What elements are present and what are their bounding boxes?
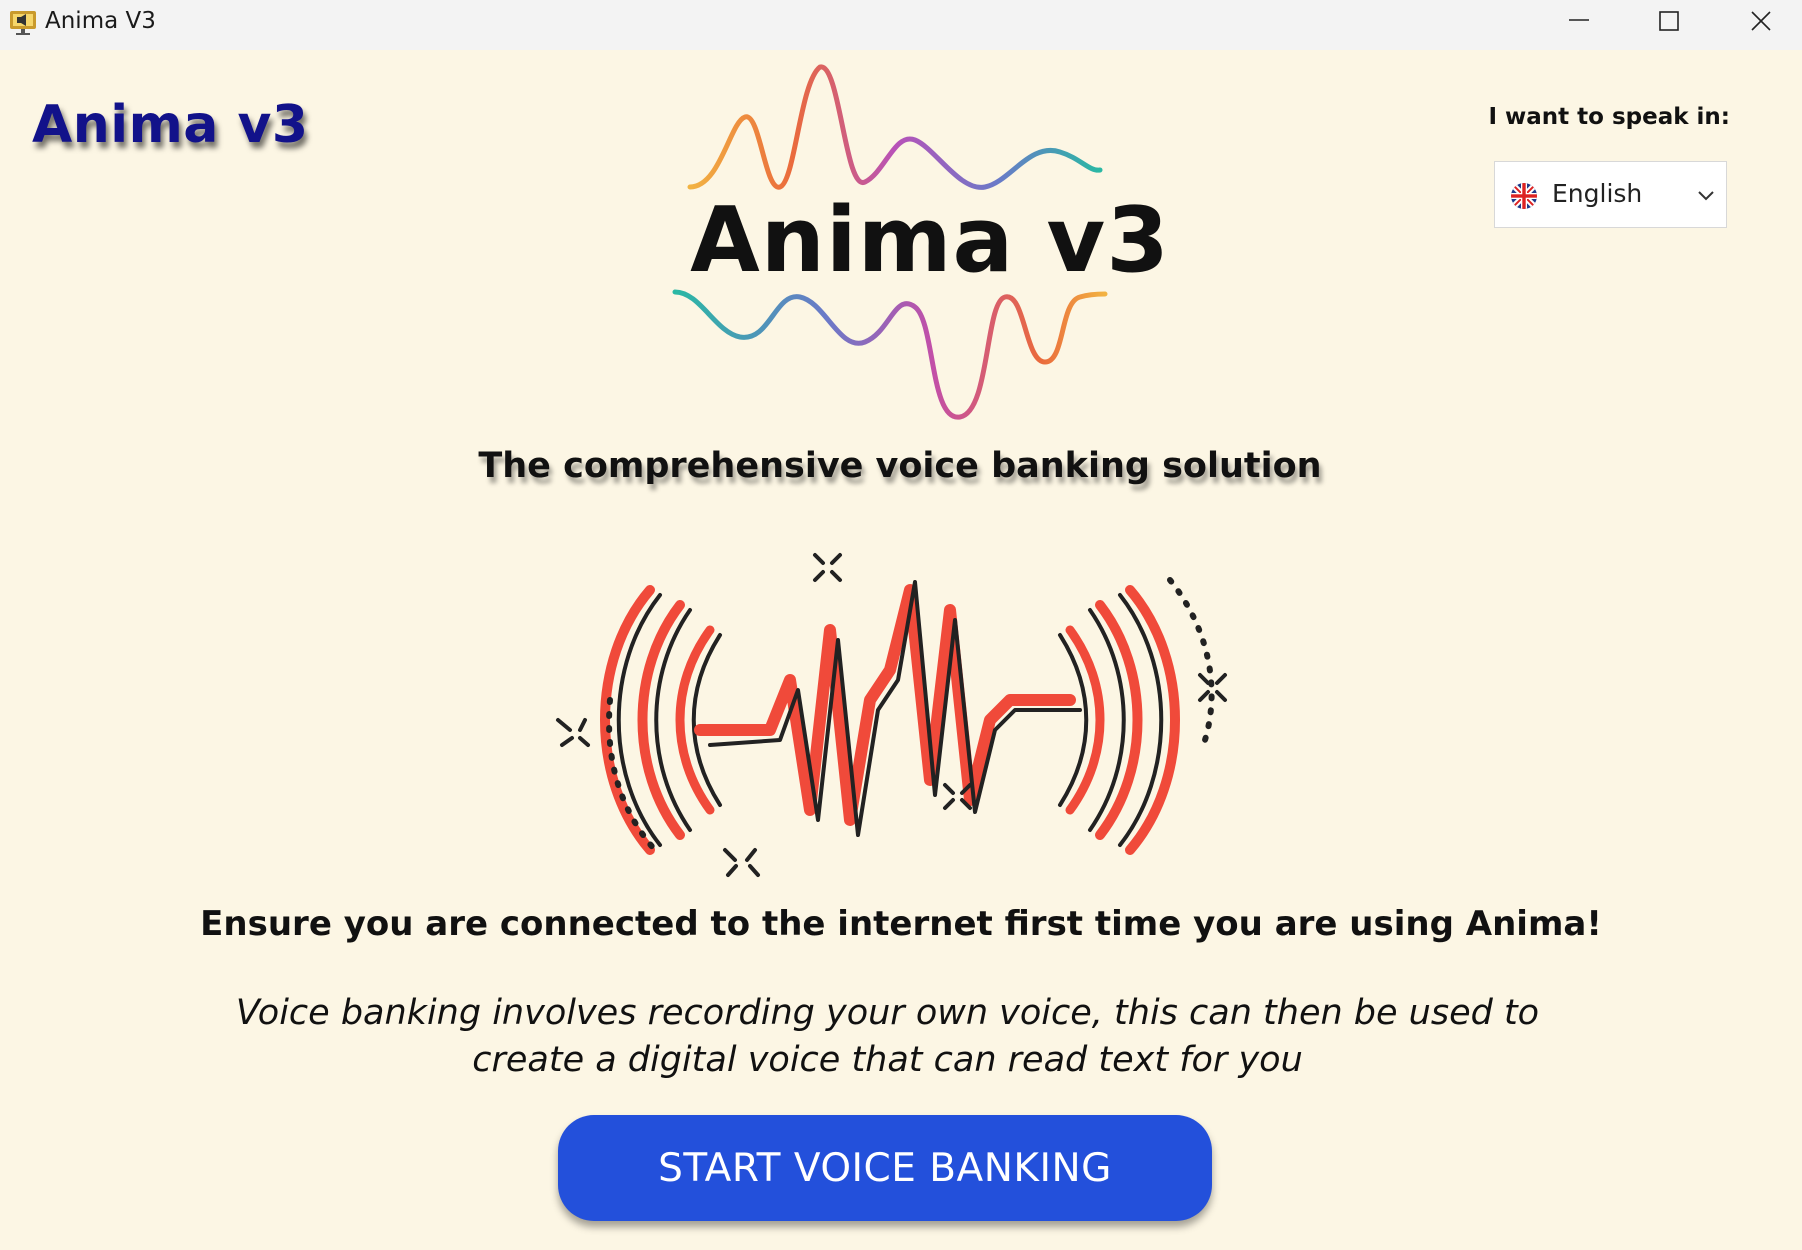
logo-text: Anima v3 (690, 188, 1170, 293)
close-icon (1751, 11, 1771, 31)
brand-title: Anima v3 (32, 95, 309, 155)
close-button[interactable] (1714, 0, 1802, 44)
window-title: Anima V3 (45, 8, 156, 34)
minimize-icon (1569, 19, 1589, 21)
language-selected: English (1552, 179, 1643, 208)
maximize-button[interactable] (1622, 0, 1714, 44)
uk-flag-icon (1511, 183, 1537, 209)
window-titlebar: Anima V3 (0, 0, 1802, 50)
language-dropdown[interactable]: English (1494, 161, 1727, 228)
tagline: The comprehensive voice banking solution (478, 446, 1322, 486)
internet-notice: Ensure you are connected to the internet… (200, 904, 1602, 944)
chevron-down-icon (1698, 191, 1714, 201)
voice-waveform-illustration (556, 553, 1227, 877)
maximize-icon (1659, 11, 1679, 31)
start-voice-banking-button[interactable]: START VOICE BANKING (558, 1115, 1212, 1221)
app-monitor-speaker-icon (10, 11, 36, 35)
minimize-button[interactable] (1532, 0, 1624, 44)
description-text: Voice banking involves recording your ow… (235, 993, 1540, 1080)
language-label: I want to speak in: (1488, 104, 1730, 130)
